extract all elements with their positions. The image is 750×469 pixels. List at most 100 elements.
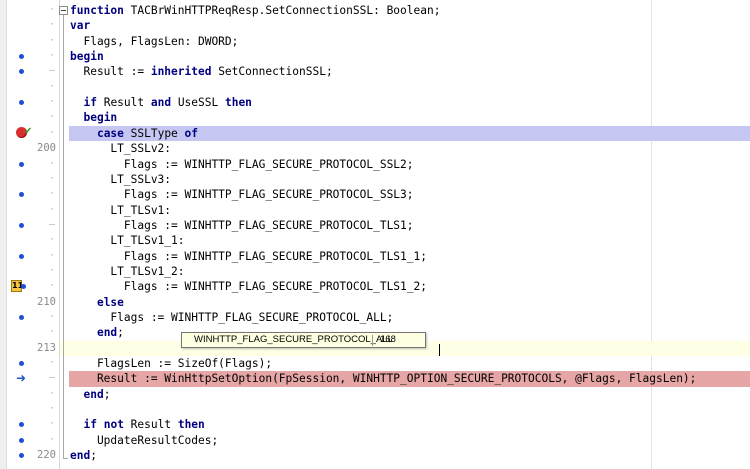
code-keyword: end (96, 326, 118, 340)
code-line[interactable]: 200 LT_SSLv2: (0, 141, 750, 156)
code-token: LT_TLSv1_1: (70, 234, 185, 248)
executable-line-dot-icon[interactable] (19, 253, 24, 259)
executable-line-dot-icon[interactable] (19, 192, 24, 198)
code-line[interactable]: · function TACBrWinHTTPReqResp.SetConnect… (0, 3, 750, 18)
code-keyword: function (70, 4, 124, 17)
code-text[interactable]: Flags := WINHTTP_FLAG_SECURE_PROTOCOL_SS… (70, 157, 414, 172)
code-editor[interactable]: · function TACBrWinHTTPReqResp.SetConnect… (0, 0, 750, 469)
code-text[interactable]: if Result and UseSSL then (70, 95, 251, 110)
code-token: LT_TLSv1: (70, 203, 172, 217)
code-line[interactable]: · Flags := WINHTTP_FLAG_SECURE_PROTOCOL_… (0, 187, 750, 202)
code-text[interactable]: UpdateResultCodes; (70, 433, 218, 448)
code-line[interactable]: · if not Result then (0, 417, 750, 432)
code-text[interactable]: Flags := WINHTTP_FLAG_SECURE_PROTOCOL_TL… (70, 279, 427, 294)
line-number (28, 310, 56, 325)
fold-collapse-icon[interactable] (59, 6, 68, 15)
code-text[interactable]: LT_TLSv1_2: (70, 264, 185, 279)
executable-line-dot-icon[interactable] (19, 54, 24, 60)
executable-line-dot-icon[interactable] (19, 453, 24, 459)
code-text[interactable]: Flags := WINHTTP_FLAG_SECURE_PROTOCOL_SS… (70, 187, 414, 202)
code-line[interactable]: · LT_TLSv1: (0, 203, 750, 218)
code-keyword: begin (70, 50, 104, 64)
code-line[interactable]: · Flags := WINHTTP_FLAG_SECURE_PROTOCOL_… (0, 157, 750, 172)
code-text[interactable]: Flags, FlagsLen: DWORD; (70, 34, 238, 49)
code-text[interactable]: begin (70, 110, 117, 125)
executable-line-dot-icon[interactable] (19, 315, 24, 320)
evaluation-tooltip: WINHTTP_FLAG_SECURE_PROTOCOL_ALL 168 (181, 332, 426, 348)
line-number: 220 (37, 449, 56, 462)
code-line[interactable]: – Flags := WINHTTP_FLAG_SECURE_PROTOCOL_… (0, 218, 750, 233)
code-keyword: of (184, 126, 199, 140)
code-text[interactable]: case SSLType of (70, 126, 198, 141)
code-keyword: then (177, 418, 205, 432)
code-line[interactable]: · FlagsLen := SizeOf(Flags); (0, 356, 750, 371)
code-text[interactable]: var (70, 18, 90, 33)
code-text[interactable]: end; (70, 448, 97, 463)
code-text[interactable]: else (70, 295, 124, 310)
code-line[interactable]: · LT_TLSv1_1: (0, 233, 750, 248)
line-number (28, 356, 56, 371)
code-line[interactable]: 11 · Flags := WINHTTP_FLAG_SECURE_PROTOCO… (0, 279, 750, 294)
code-line[interactable]: · var (0, 18, 750, 33)
code-text[interactable]: end; (70, 387, 110, 402)
code-text[interactable]: if not Result then (70, 417, 205, 432)
code-text[interactable]: Flags := WINHTTP_FLAG_SECURE_PROTOCOL_TL… (70, 249, 427, 264)
code-text[interactable]: FlagsLen := SizeOf(Flags); (70, 356, 272, 371)
code-token: Result := WinHttpSetOption(FpSession, WI… (70, 372, 697, 386)
code-line[interactable]: · UpdateResultCodes; (0, 433, 750, 448)
code-token: Flags := WINHTTP_FLAG_SECURE_PROTOCOL_TL… (70, 218, 414, 232)
code-token: TACBrWinHTTPReqResp.SetConnectionSSL: Bo… (123, 4, 441, 17)
code-line[interactable]: 220 end; (0, 448, 750, 463)
code-line[interactable]: · (0, 402, 750, 417)
executable-line-dot-icon[interactable] (19, 222, 24, 228)
code-line[interactable]: · begin (0, 110, 750, 125)
code-text[interactable]: function TACBrWinHTTPReqResp.SetConnecti… (70, 3, 440, 18)
tooltip-symbol-name: WINHTTP_FLAG_SECURE_PROTOCOL_ALL (194, 334, 393, 345)
executable-line-dot-icon[interactable] (19, 69, 24, 75)
code-line[interactable]: · Flags := WINHTTP_FLAG_SECURE_PROTOCOL_… (0, 249, 750, 264)
executable-line-dot-icon[interactable] (19, 422, 24, 428)
code-line[interactable]: · Flags := WINHTTP_FLAG_SECURE_PROTOCOL_… (0, 310, 750, 325)
code-keyword: if (83, 96, 97, 110)
executable-line-dot-icon[interactable] (19, 100, 24, 106)
code-line[interactable]: · LT_SSLv3: (0, 172, 750, 187)
executable-line-dot-icon[interactable] (21, 284, 26, 290)
code-line[interactable]: ➜ – Result := WinHttpSetOption(FpSession,… (0, 371, 750, 387)
code-line[interactable]: · LT_TLSv1_2: (0, 264, 750, 279)
code-line[interactable]: · if Result and UseSSL then (0, 95, 750, 110)
code-line[interactable]: · (0, 80, 750, 95)
code-token: LT_TLSv1_2: (70, 264, 185, 278)
code-line[interactable]: · Flags, FlagsLen: DWORD; (0, 34, 750, 49)
text-caret (439, 344, 440, 356)
code-token: LT_SSLv2: (70, 142, 172, 156)
code-line[interactable]: · begin (0, 49, 750, 64)
code-text[interactable]: LT_TLSv1_1: (70, 233, 185, 248)
code-text[interactable]: Result := WinHttpSetOption(FpSession, WI… (70, 371, 696, 386)
code-text[interactable]: begin (70, 49, 104, 64)
code-keyword: else (96, 295, 124, 309)
executable-line-dot-icon[interactable] (19, 361, 24, 367)
code-text[interactable]: Result := inherited SetConnectionSSL; (70, 64, 332, 79)
code-keyword: begin (83, 111, 118, 125)
code-line[interactable]: 210 else (0, 295, 750, 310)
line-number: 213 (37, 341, 56, 354)
code-line[interactable]: · end; (0, 387, 750, 402)
code-token: Flags, FlagsLen: DWORD; (70, 34, 239, 48)
code-text[interactable]: LT_SSLv3: (70, 172, 171, 187)
code-text[interactable]: LT_TLSv1: (70, 203, 171, 218)
code-text[interactable]: Flags := WINHTTP_FLAG_SECURE_PROTOCOL_AL… (70, 310, 393, 325)
code-text[interactable]: LT_SSLv2: (70, 141, 171, 156)
code-text[interactable]: end; (70, 325, 124, 340)
executable-line-dot-icon[interactable] (19, 161, 24, 167)
executable-line-dot-icon[interactable] (19, 437, 24, 443)
code-line[interactable]: – Result := inherited SetConnectionSSL; (0, 64, 750, 79)
code-text[interactable]: Flags := WINHTTP_FLAG_SECURE_PROTOCOL_TL… (70, 218, 414, 233)
code-line[interactable]: ✔ · case SSLType of (0, 125, 750, 142)
